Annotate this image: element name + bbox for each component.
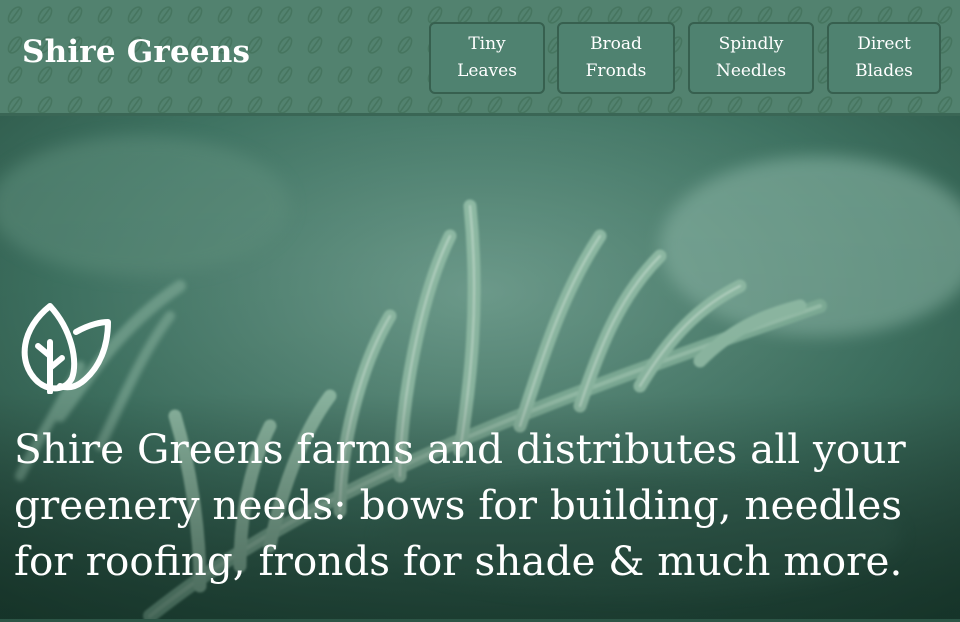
nav-label-line2: Needles bbox=[715, 61, 787, 81]
nav-label-line1: Tiny bbox=[468, 34, 506, 54]
nav-tiny-leaves-button[interactable]: Tiny Leaves bbox=[429, 22, 545, 94]
nav-label-line2: Blades bbox=[855, 61, 913, 81]
site-header: Shire Greens Tiny Leaves Broad Fronds Sp… bbox=[0, 0, 960, 116]
nav-label-line1: Direct bbox=[857, 34, 911, 54]
nav-label-line2: Fronds bbox=[585, 61, 647, 81]
hero-tagline: Shire Greens farms and distributes all y… bbox=[14, 425, 906, 585]
leaf-icon bbox=[21, 303, 111, 394]
nav-broad-fronds-button[interactable]: Broad Fronds bbox=[557, 22, 675, 94]
nav-label-line1: Broad bbox=[590, 34, 642, 54]
nav-label-line2: Leaves bbox=[457, 61, 517, 81]
hero-section: Shire Greens farms and distributes all y… bbox=[0, 116, 960, 622]
nav-direct-blades-button[interactable]: Direct Blades bbox=[827, 22, 941, 94]
brand-logo-text[interactable]: Shire Greens bbox=[22, 34, 250, 70]
nav-spindly-needles-button[interactable]: Spindly Needles bbox=[688, 22, 814, 94]
nav-label-line1: Spindly bbox=[718, 34, 784, 54]
